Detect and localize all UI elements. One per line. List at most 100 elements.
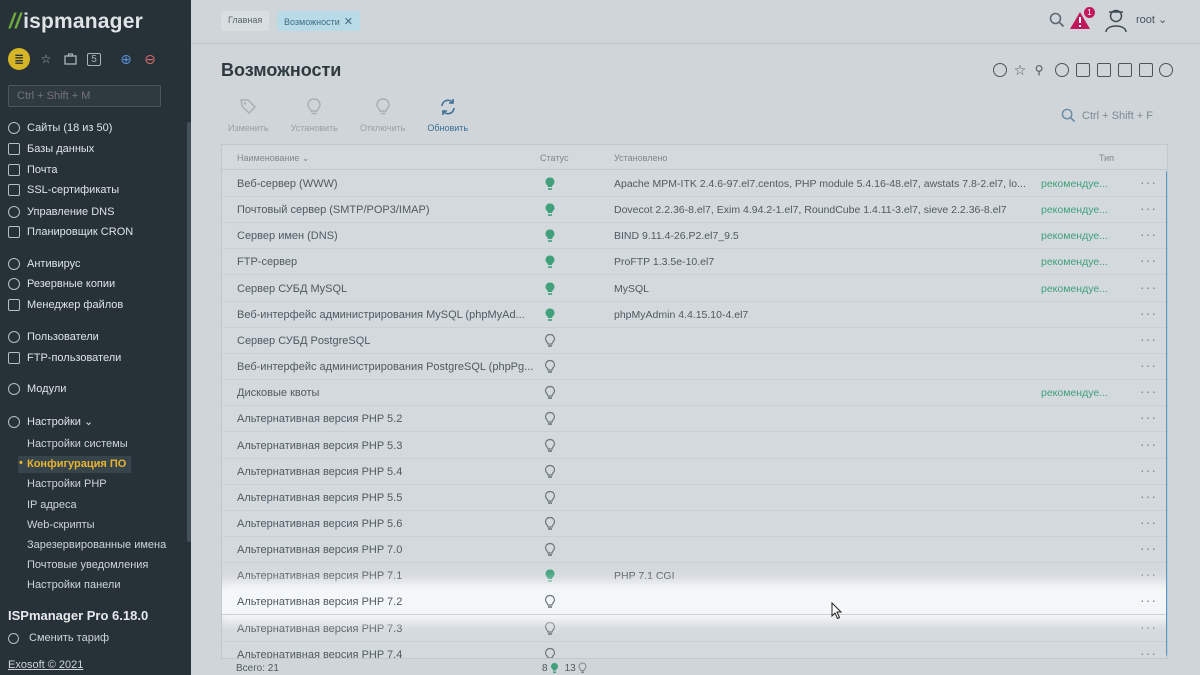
- row-menu-icon[interactable]: ···: [1140, 200, 1157, 216]
- table-row[interactable]: Альтернативная версия PHP 5.5 ···: [222, 485, 1167, 511]
- sidebar-item-users[interactable]: Пользователи: [8, 331, 99, 343]
- table-row[interactable]: Сервер имен (DNS) BIND 9.11.4-26.P2.el7_9…: [222, 223, 1167, 250]
- feature-type: рекомендуе...: [1041, 178, 1108, 190]
- table-settings-icon[interactable]: [1138, 63, 1153, 77]
- sidebar-subitem-mail-notifications[interactable]: Почтовые уведомления: [27, 559, 148, 571]
- grid-search[interactable]: Ctrl + Shift + F: [1061, 108, 1153, 123]
- sidebar-subitem-php-settings[interactable]: Настройки PHP: [27, 478, 107, 490]
- row-menu-icon[interactable]: ···: [1140, 514, 1157, 530]
- sidebar-subitem-web-scripts[interactable]: Web-скрипты: [27, 519, 95, 531]
- row-menu-icon[interactable]: ···: [1140, 409, 1157, 425]
- remove-favorite-icon[interactable]: ⊖: [140, 49, 160, 69]
- column-installed-header[interactable]: Установлено: [614, 153, 667, 163]
- table-row[interactable]: Веб-интерфейс администрирования MySQL (p…: [222, 302, 1167, 328]
- row-menu-icon[interactable]: ···: [1140, 436, 1157, 452]
- copyright-link[interactable]: Exosoft © 2021: [8, 659, 83, 671]
- row-menu-icon[interactable]: ···: [1140, 174, 1157, 190]
- row-menu-icon[interactable]: ···: [1140, 305, 1157, 321]
- star-icon[interactable]: ☆: [1014, 63, 1028, 77]
- star-icon[interactable]: ☆: [36, 49, 56, 69]
- disable-button[interactable]: Отключить: [360, 97, 405, 133]
- table-row[interactable]: Почтовый сервер (SMTP/POP3/IMAP) Dovecot …: [222, 197, 1167, 224]
- sidebar-item-mail[interactable]: Почта: [8, 164, 58, 176]
- pin-icon[interactable]: ⚲: [1035, 63, 1049, 77]
- table-row[interactable]: Альтернативная версия PHP 7.2 ···: [222, 589, 1167, 616]
- row-menu-icon[interactable]: ···: [1140, 331, 1157, 347]
- help-icon[interactable]: [1159, 63, 1174, 77]
- column-type-header[interactable]: Тип: [1099, 153, 1114, 163]
- sidebar-item-label: Сайты (18 из 50): [27, 122, 113, 134]
- sidebar-scrollbar[interactable]: [187, 122, 191, 542]
- sidebar-item-file-manager[interactable]: Менеджер файлов: [8, 299, 123, 311]
- print-icon[interactable]: [1117, 63, 1132, 77]
- tag-icon: [240, 99, 257, 114]
- sidebar-item-cron[interactable]: Планировщик CRON: [8, 226, 133, 238]
- row-menu-icon[interactable]: ···: [1140, 540, 1157, 556]
- row-menu-icon[interactable]: ···: [1140, 226, 1157, 242]
- row-menu-icon[interactable]: ···: [1140, 383, 1157, 399]
- table-row[interactable]: Сервер СУБД MySQL MySQL рекомендуе... ···: [222, 276, 1167, 302]
- table-row[interactable]: Альтернативная версия PHP 7.4 ···: [222, 642, 1167, 658]
- app-logo[interactable]: //ispmanager: [9, 10, 143, 34]
- avatar[interactable]: [1103, 7, 1129, 33]
- sidebar-search-input[interactable]: [8, 85, 161, 107]
- briefcase-icon[interactable]: [60, 49, 80, 69]
- table-row[interactable]: Альтернативная версия PHP 7.0 ···: [222, 537, 1167, 564]
- table-row[interactable]: Альтернативная версия PHP 5.3 ···: [222, 433, 1167, 459]
- row-menu-icon[interactable]: ···: [1140, 357, 1157, 373]
- sidebar-item-ssl[interactable]: SSL-сертификаты: [8, 184, 119, 196]
- row-menu-icon[interactable]: ···: [1140, 566, 1157, 582]
- globe-icon[interactable]: [1055, 63, 1070, 77]
- table-row[interactable]: Дисковые квоты рекомендуе... ···: [222, 380, 1167, 407]
- sidebar-subitem-reserved-names[interactable]: Зарезервированные имена: [27, 539, 166, 551]
- table-row[interactable]: Альтернативная версия PHP 7.1 PHP 7.1 CGI…: [222, 563, 1167, 590]
- table-row[interactable]: Альтернативная версия PHP 5.4 ···: [222, 459, 1167, 485]
- table-row[interactable]: Альтернативная версия PHP 7.3 ···: [222, 616, 1167, 642]
- row-menu-icon[interactable]: ···: [1140, 488, 1157, 504]
- change-tariff-link[interactable]: Сменить тариф: [8, 632, 109, 644]
- breadcrumb-current[interactable]: Возможности ✕: [277, 11, 360, 31]
- sidebar-subitem-system-settings[interactable]: Настройки системы: [27, 438, 128, 450]
- table-row[interactable]: FTP-сервер ProFTP 1.3.5e-10.el7 рекомендуе…: [222, 249, 1167, 276]
- column-name-header[interactable]: Наименование ⌄: [237, 153, 309, 164]
- user-menu[interactable]: root ⌄: [1136, 13, 1167, 26]
- table-scrollbar[interactable]: [1166, 171, 1167, 656]
- counter-icon[interactable]: 5: [84, 49, 104, 69]
- sidebar-subitem-ip-addresses[interactable]: IP адреса: [27, 499, 77, 511]
- close-tab-icon[interactable]: ✕: [344, 16, 353, 28]
- favorites-menu-icon[interactable]: ≣: [8, 48, 30, 70]
- table-row[interactable]: Альтернативная версия PHP 5.6 ···: [222, 511, 1167, 537]
- document-icon[interactable]: [1076, 63, 1091, 77]
- product-version: ISPmanager Pro 6.18.0: [8, 608, 149, 623]
- sidebar-item-antivirus[interactable]: Антивирус: [8, 258, 80, 270]
- table-row[interactable]: Альтернативная версия PHP 5.2 ···: [222, 406, 1167, 433]
- add-favorite-icon[interactable]: ⊕: [116, 49, 136, 69]
- sidebar-item-modules[interactable]: Модули: [8, 383, 66, 395]
- sidebar-item-sites[interactable]: Сайты (18 из 50): [8, 122, 112, 134]
- row-menu-icon[interactable]: ···: [1140, 279, 1157, 295]
- export-icon[interactable]: [1096, 63, 1111, 77]
- row-menu-icon[interactable]: ···: [1140, 462, 1157, 478]
- sidebar-item-dns[interactable]: Управление DNS: [8, 206, 114, 218]
- sidebar-subitem-panel-settings[interactable]: Настройки панели: [27, 579, 120, 591]
- bulb-off-icon: [544, 647, 556, 658]
- column-status-header[interactable]: Статус: [540, 153, 568, 163]
- table-row[interactable]: Сервер СУБД PostgreSQL ···: [222, 328, 1167, 354]
- table-row[interactable]: Веб-интерфейс администрирования PostgreS…: [222, 354, 1167, 381]
- row-menu-icon[interactable]: ···: [1140, 645, 1157, 658]
- refresh-icon[interactable]: [993, 63, 1007, 77]
- sidebar-subitem-software-config[interactable]: • Конфигурация ПО: [18, 456, 131, 473]
- install-button[interactable]: Установить: [291, 97, 338, 133]
- table-row[interactable]: Веб-сервер (WWW) Apache MPM-ITK 2.4.6-97.…: [222, 171, 1167, 197]
- breadcrumb-home[interactable]: Главная: [221, 11, 270, 31]
- search-icon[interactable]: [1049, 12, 1065, 28]
- sidebar-item-databases[interactable]: Базы данных: [8, 143, 94, 155]
- sidebar-item-ftp-users[interactable]: FTP-пользователи: [8, 352, 121, 364]
- refresh-button[interactable]: Обновить: [427, 97, 468, 133]
- sidebar-item-backups[interactable]: Резервные копии: [8, 278, 115, 290]
- row-menu-icon[interactable]: ···: [1140, 619, 1157, 635]
- row-menu-icon[interactable]: ···: [1140, 592, 1157, 608]
- edit-button[interactable]: Изменить: [228, 97, 269, 133]
- sidebar-item-settings[interactable]: Настройки ⌄: [8, 415, 93, 428]
- row-menu-icon[interactable]: ···: [1140, 252, 1157, 268]
